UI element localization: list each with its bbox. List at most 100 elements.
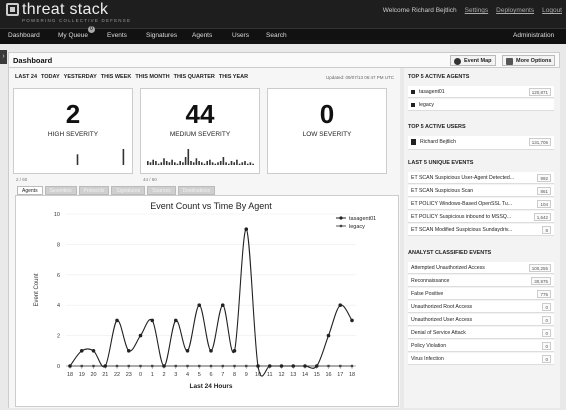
nav-signatures[interactable]: Signatures [146, 32, 177, 39]
high-severity-card[interactable]: 2 HIGH SEVERITY 2 / 60 [13, 88, 133, 182]
tab-agents[interactable]: Agents [17, 186, 43, 195]
filter-this-month[interactable]: THIS MONTH [135, 74, 169, 80]
legacy-point[interactable] [339, 364, 342, 368]
legacy-point[interactable] [209, 364, 213, 368]
brand-name[interactable]: threat stack [22, 1, 108, 19]
tasagent01-point[interactable] [244, 227, 249, 231]
classified-count: 0 [542, 329, 551, 337]
filter-today[interactable]: TODAY [41, 74, 60, 80]
tasagent01-point[interactable] [267, 364, 272, 368]
legacy-point[interactable] [115, 364, 119, 368]
classified-row[interactable]: False Positive 775 [408, 288, 554, 300]
tasagent01-point[interactable] [115, 318, 119, 323]
logout-link[interactable]: Logout [542, 7, 562, 14]
low-severity-card[interactable]: 0 LOW SEVERITY [267, 88, 387, 174]
tasagent01-point[interactable] [256, 364, 260, 368]
legacy-point[interactable] [221, 364, 224, 368]
tasagent01-point[interactable] [338, 303, 343, 307]
nav-users[interactable]: Users [232, 32, 249, 39]
filter-this-year[interactable]: THIS YEAR [219, 74, 248, 80]
filter-yesterday[interactable]: YESTERDAY [64, 74, 97, 80]
nav-events[interactable]: Events [107, 32, 127, 39]
tab-sources[interactable]: Sources [147, 186, 176, 195]
classified-row[interactable]: Reconnaissance 30,975 [408, 275, 554, 287]
legend-label-legacy[interactable]: legacy [349, 224, 365, 230]
low-severity-count: 0 [319, 99, 335, 129]
event-name: ET SCAN Suspicious Scan [411, 188, 474, 194]
tasagent01-point[interactable] [291, 364, 296, 368]
tasagent01-point[interactable] [326, 333, 331, 338]
tab-signatures[interactable]: Signatures [111, 186, 146, 195]
tab-severities[interactable]: Severities [44, 186, 77, 195]
tasagent01-point[interactable] [232, 349, 237, 353]
agent-row[interactable]: legacy [408, 99, 554, 111]
tasagent01-point[interactable] [138, 333, 143, 338]
threat-stack-logo-icon[interactable] [6, 3, 19, 16]
legacy-point[interactable] [327, 364, 330, 368]
event-row[interactable]: ET SCAN Suspicious Scan 861 [408, 185, 554, 197]
filter-last-24[interactable]: LAST 24 [15, 74, 37, 80]
nav-my-queue[interactable]: My Queue [58, 32, 88, 39]
event-row[interactable]: ET POLICY Suspicious inbound to MSSQ... 1… [408, 211, 554, 223]
event-map-button[interactable]: Event Map [450, 55, 496, 66]
classified-row[interactable]: Unauthorized User Access 0 [408, 314, 554, 326]
event-row[interactable]: ET POLICY Windows-Based OpenSSL Tu... 104 [408, 198, 554, 210]
user-row[interactable]: Richard Bejtlich 131,705 [408, 136, 554, 150]
tasagent01-point[interactable] [197, 303, 202, 307]
tasagent01-point[interactable] [314, 364, 319, 368]
sidebar-toggle-icon[interactable]: › [0, 50, 7, 64]
agent-row[interactable]: tasagent01 120,871 [408, 86, 554, 98]
tasagent01-point[interactable] [279, 364, 284, 368]
legacy-point[interactable] [151, 364, 154, 368]
tasagent01-point[interactable] [185, 349, 190, 353]
more-options-button[interactable]: More Options [502, 55, 556, 66]
tasagent01-point[interactable] [126, 349, 131, 353]
legacy-point[interactable] [350, 364, 354, 368]
classified-row[interactable]: Unauthorized Root Access 0 [408, 301, 554, 313]
tasagent01-point[interactable] [103, 364, 108, 368]
tasagent01-point[interactable] [303, 364, 307, 368]
filter-this-week[interactable]: THIS WEEK [101, 74, 132, 80]
legend-label-tasagent01[interactable]: tasagent01 [349, 216, 376, 222]
settings-link[interactable]: Settings [465, 7, 489, 14]
nav-administration[interactable]: Administration [513, 32, 554, 39]
tab-destinations[interactable]: Destinations [177, 186, 216, 195]
y-tick-label: 0 [57, 364, 60, 370]
nav-agents[interactable]: Agents [192, 32, 212, 39]
filter-this-quarter[interactable]: THIS QUARTER [174, 74, 215, 80]
spark-bar [203, 163, 206, 165]
nav-search[interactable]: Search [266, 32, 287, 39]
legacy-point[interactable] [139, 364, 142, 368]
event-row[interactable]: ET SCAN Modified Suspicious Sundaydriv..… [408, 224, 554, 236]
classified-row[interactable]: Policy Violation 0 [408, 340, 554, 352]
legacy-point[interactable] [186, 364, 189, 368]
deployments-link[interactable]: Deployments [496, 7, 534, 14]
tasagent01-point[interactable] [91, 349, 96, 353]
tasagent01-point[interactable] [350, 318, 354, 323]
event-name: ET POLICY Windows-Based OpenSSL Tu... [411, 201, 513, 207]
classified-row[interactable]: Virus Infection 0 [408, 353, 554, 365]
medium-severity-card[interactable]: 44 MEDIUM SEVERITY 44 / 60 [140, 88, 260, 182]
legacy-point[interactable] [92, 364, 95, 368]
tasagent01-point[interactable] [162, 364, 166, 368]
classified-row[interactable]: Attempted Unauthorized Access 100,255 [408, 262, 554, 274]
event-row[interactable]: ET SCAN Suspicious User-Agent Detected..… [408, 172, 554, 184]
tasagent01-point[interactable] [150, 318, 155, 323]
classified-events-title: ANALYST CLASSIFIED EVENTS [408, 250, 492, 256]
nav-dashboard[interactable]: Dashboard [8, 32, 40, 39]
tasagent01-point[interactable] [68, 364, 72, 368]
legacy-point[interactable] [80, 364, 83, 368]
legacy-point[interactable] [198, 364, 201, 368]
tab-protocols[interactable]: Protocols [78, 186, 110, 195]
time-filter-bar: LAST 24 TODAY YESTERDAY THIS WEEK THIS M… [15, 74, 248, 80]
legacy-point[interactable] [127, 364, 130, 368]
legacy-point[interactable] [245, 364, 248, 368]
classified-count: 0 [542, 303, 551, 311]
tasagent01-point[interactable] [220, 303, 225, 307]
legacy-point[interactable] [174, 364, 177, 368]
classified-row[interactable]: Denial of Service Attack 0 [408, 327, 554, 339]
legacy-point[interactable] [233, 364, 236, 368]
tasagent01-point[interactable] [79, 349, 84, 353]
tasagent01-point[interactable] [209, 349, 213, 353]
tasagent01-point[interactable] [173, 318, 178, 323]
